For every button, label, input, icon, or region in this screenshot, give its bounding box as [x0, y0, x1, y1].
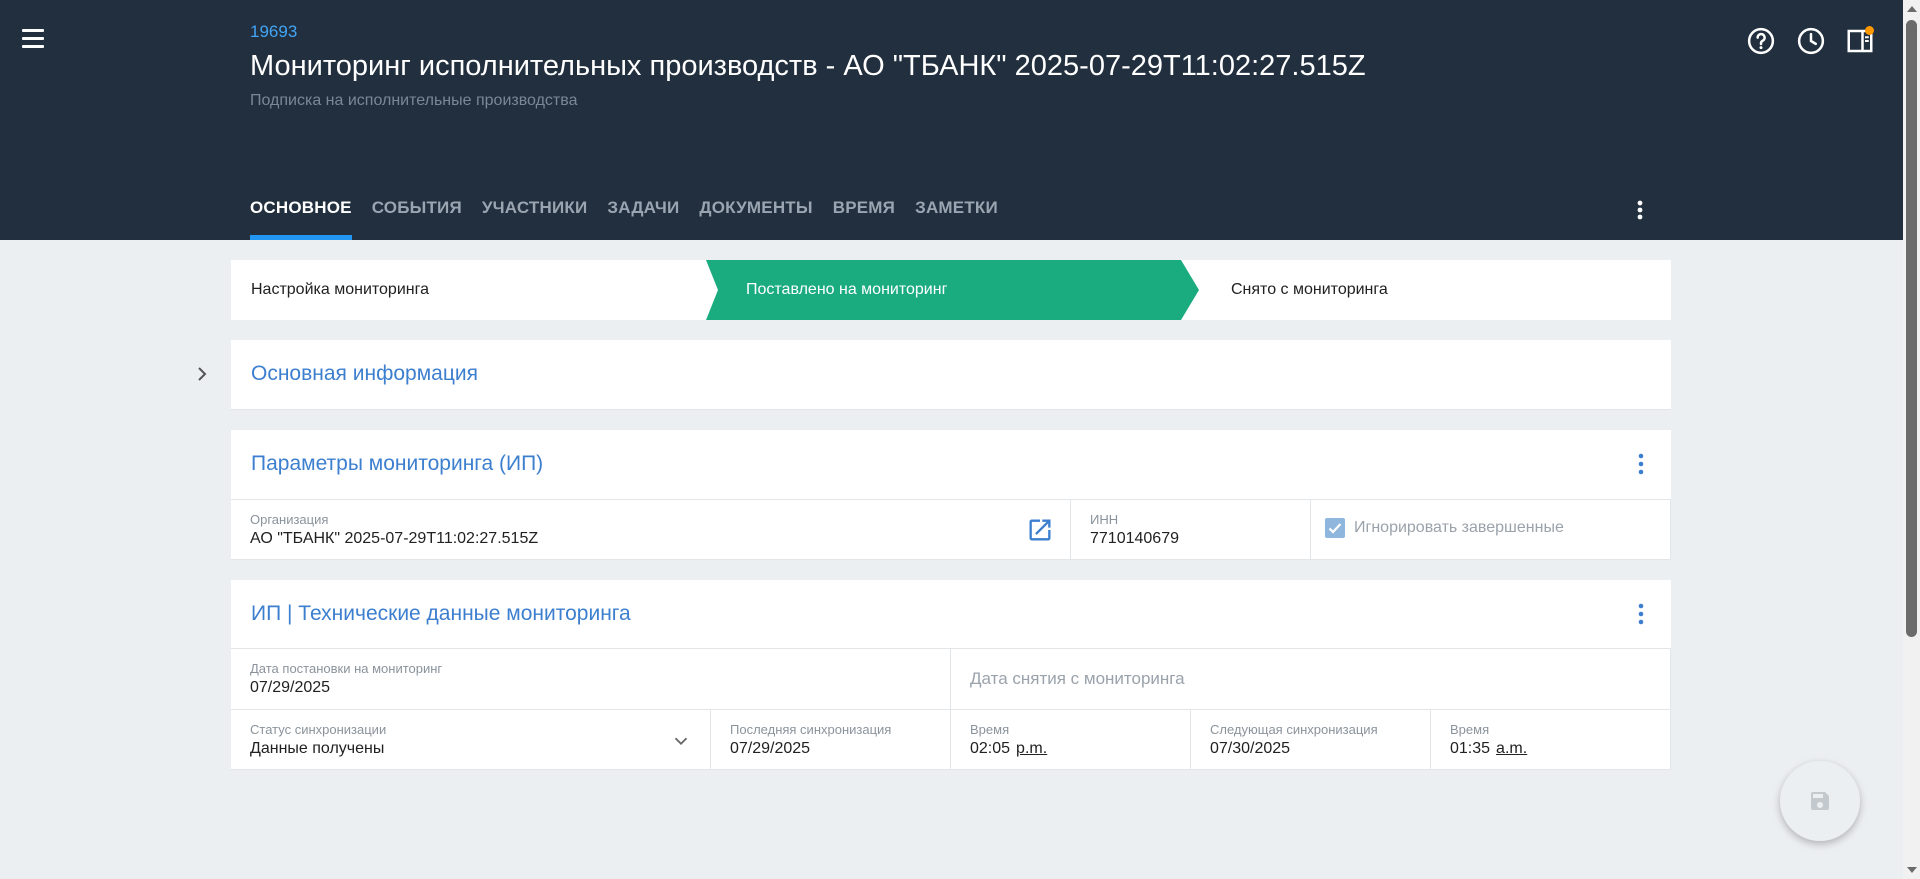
date-start-label: Дата постановки на мониторинг	[250, 661, 443, 676]
last-sync-date-field[interactable]: Последняя синхронизация 07/29/2025	[711, 710, 951, 770]
last-sync-ampm-toggle[interactable]: p.m.	[1016, 740, 1047, 757]
sync-status-select[interactable]: Статус синхронизации Данные получены	[231, 710, 711, 770]
more-vert-icon[interactable]	[1627, 196, 1653, 226]
tab-bar: ОСНОВНОЕ СОБЫТИЯ УЧАСТНИКИ ЗАДАЧИ ДОКУМЕ…	[250, 190, 1018, 240]
last-sync-time-label: Время	[970, 722, 1010, 737]
ignore-completed-label: Игнорировать завершенные	[1354, 519, 1564, 536]
checkbox-checked-icon	[1325, 518, 1345, 538]
scroll-thumb[interactable]	[1906, 20, 1917, 637]
section-monitoring-params: Параметры мониторинга (ИП) Организация А…	[231, 430, 1671, 560]
inn-field[interactable]: ИНН 7710140679	[1071, 500, 1311, 560]
next-sync-time-hhmm: 01:35	[1450, 740, 1491, 757]
status-stepper: Настройка мониторинга Поставлено на мони…	[231, 260, 1671, 320]
more-vert-icon[interactable]	[1631, 600, 1651, 628]
tab-notes[interactable]: ЗАМЕТКИ	[915, 190, 998, 240]
page-subtitle: Подписка на исполнительные производства	[250, 92, 578, 109]
next-sync-time-value: 01:35 a.m.	[1450, 740, 1527, 758]
app-header: 19693 Мониторинг исполнительных производ…	[0, 0, 1903, 240]
next-sync-date-field[interactable]: Следующая синхронизация 07/30/2025	[1191, 710, 1431, 770]
sync-status-value: Данные получены	[250, 740, 385, 757]
step-setup[interactable]: Настройка мониторинга	[231, 260, 711, 320]
ignore-completed-checkbox[interactable]: Игнорировать завершенные	[1325, 518, 1564, 538]
page-scrollbar[interactable]	[1903, 0, 1920, 879]
last-sync-label: Последняя синхронизация	[730, 722, 892, 737]
divider	[231, 559, 1671, 560]
chevron-down-icon[interactable]	[670, 730, 692, 752]
chevron-right-icon[interactable]	[190, 362, 214, 386]
organization-field[interactable]: Организация АО "ТБАНК" 2025-07-29T11:02:…	[231, 500, 1071, 560]
record-id[interactable]: 19693	[250, 22, 297, 42]
ignore-completed-field: Игнорировать завершенные	[1311, 500, 1671, 560]
divider	[231, 409, 1671, 410]
last-sync-value: 07/29/2025	[730, 740, 811, 757]
organization-label: Организация	[250, 512, 329, 527]
date-end-placeholder: Дата снятия с мониторинга	[970, 669, 1185, 688]
save-button[interactable]	[1780, 761, 1860, 841]
section-main-info[interactable]: Основная информация	[231, 340, 1671, 410]
help-icon[interactable]	[1746, 26, 1776, 56]
date-start-value: 07/29/2025	[250, 679, 331, 696]
open-in-new-icon[interactable]	[1026, 516, 1054, 544]
last-sync-time-field[interactable]: Время 02:05 p.m.	[951, 710, 1191, 770]
side-panel-icon[interactable]	[1845, 26, 1875, 56]
next-sync-ampm-toggle[interactable]: a.m.	[1496, 740, 1527, 757]
next-sync-label: Следующая синхронизация	[1210, 722, 1378, 737]
inn-label: ИНН	[1090, 512, 1119, 527]
last-sync-time-value: 02:05 p.m.	[970, 740, 1047, 758]
sync-status-label: Статус синхронизации	[250, 722, 387, 737]
save-icon	[1811, 792, 1829, 810]
scroll-up-arrow-icon[interactable]	[1907, 6, 1917, 12]
step-removed[interactable]: Снято с мониторинга	[1191, 260, 1671, 320]
section-tech-data: ИП | Технические данные мониторинга Дата…	[231, 580, 1671, 770]
tab-main[interactable]: ОСНОВНОЕ	[250, 190, 352, 240]
page-title: Мониторинг исполнительных производств - …	[250, 50, 1366, 82]
tab-events[interactable]: СОБЫТИЯ	[372, 190, 462, 240]
date-end-field[interactable]: Дата снятия с мониторинга	[951, 649, 1671, 709]
section-main-info-title[interactable]: Основная информация	[251, 362, 478, 386]
menu-icon[interactable]	[18, 26, 48, 52]
date-start-field[interactable]: Дата постановки на мониторинг 07/29/2025	[231, 649, 951, 709]
section-tech-title[interactable]: ИП | Технические данные мониторинга	[251, 602, 631, 626]
history-icon[interactable]	[1796, 26, 1826, 56]
next-sync-time-label: Время	[1450, 722, 1490, 737]
step-monitoring[interactable]: Поставлено на мониторинг	[706, 260, 1199, 320]
next-sync-time-field[interactable]: Время 01:35 a.m.	[1431, 710, 1671, 770]
inn-value: 7710140679	[1090, 530, 1179, 547]
more-vert-icon[interactable]	[1631, 450, 1651, 478]
tab-documents[interactable]: ДОКУМЕНТЫ	[699, 190, 812, 240]
notification-dot	[1865, 26, 1874, 35]
divider	[231, 769, 1671, 770]
next-sync-value: 07/30/2025	[1210, 740, 1291, 757]
scroll-down-arrow-icon[interactable]	[1907, 867, 1917, 873]
tab-tasks[interactable]: ЗАДАЧИ	[607, 190, 679, 240]
tab-participants[interactable]: УЧАСТНИКИ	[482, 190, 588, 240]
section-params-title[interactable]: Параметры мониторинга (ИП)	[251, 452, 543, 476]
tab-time[interactable]: ВРЕМЯ	[833, 190, 895, 240]
last-sync-time-hhmm: 02:05	[970, 740, 1011, 757]
organization-value: АО "ТБАНК" 2025-07-29T11:02:27.515Z	[250, 530, 539, 547]
